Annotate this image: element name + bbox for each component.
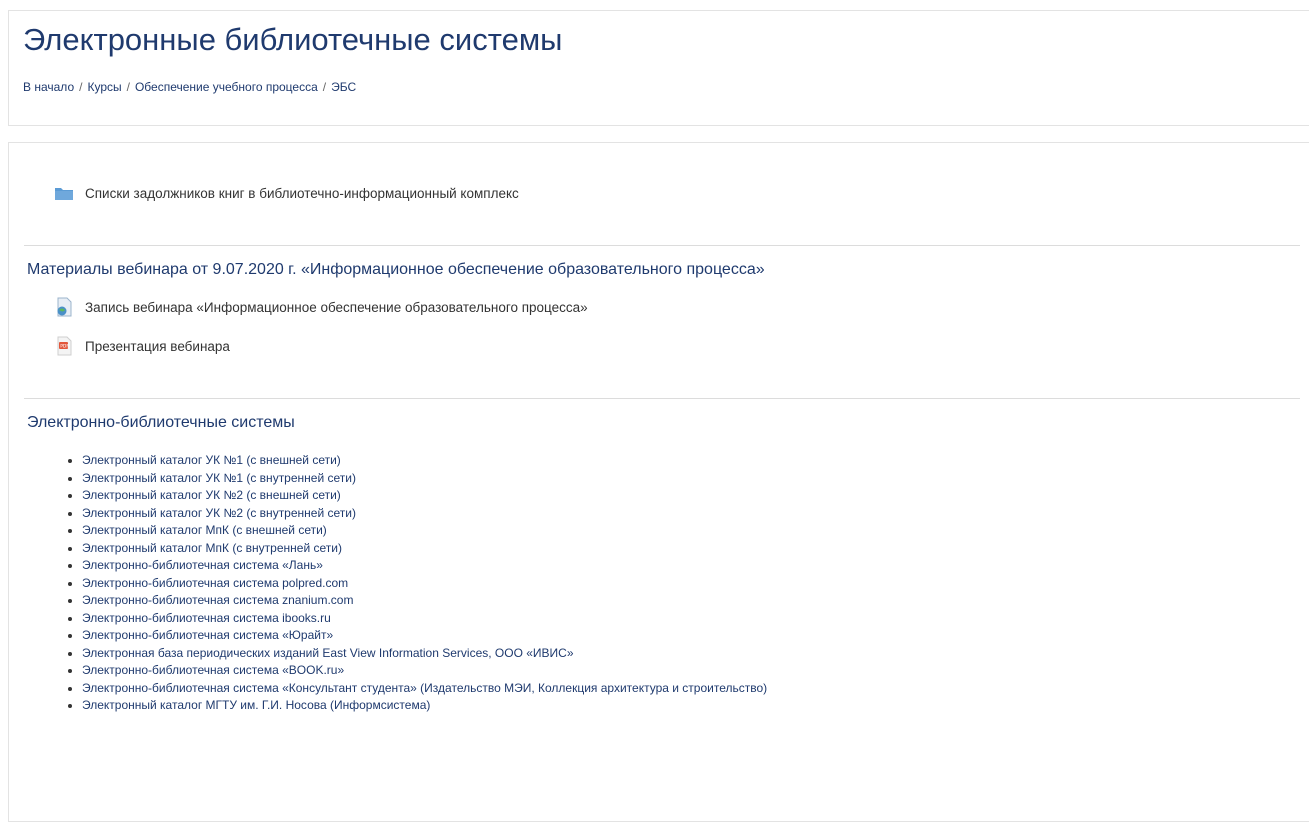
folder-icon (54, 183, 74, 203)
list-item: Электронный каталог УК №1 (с внешней сет… (82, 452, 767, 470)
list-item: Электронно-библиотечная система «BOOK.ru… (82, 662, 767, 680)
ebs-link[interactable]: Электронная база периодических изданий E… (82, 646, 574, 660)
list-item: Электронный каталог МпК (с внутренней се… (82, 540, 767, 558)
ebs-link[interactable]: Электронно-библиотечная система ibooks.r… (82, 611, 331, 625)
section-divider (24, 245, 1300, 246)
breadcrumb-separator: / (322, 80, 327, 94)
list-item: Электронно-библиотечная система ibooks.r… (82, 610, 767, 628)
ebs-link[interactable]: Электронно-библиотечная система polpred.… (82, 576, 348, 590)
ebs-link[interactable]: Электронный каталог МГТУ им. Г.И. Носова… (82, 698, 430, 712)
ebs-link[interactable]: Электронный каталог УК №1 (с внутренней … (82, 471, 356, 485)
breadcrumb-courses[interactable]: Курсы (87, 80, 121, 94)
activity-link[interactable]: Списки задолжников книг в библиотечно-ин… (85, 186, 519, 201)
activity-webinar-presentation[interactable]: PDF Презентация вебинара (54, 336, 230, 356)
breadcrumb: В начало / Курсы / Обеспечение учебного проц… (23, 80, 356, 94)
breadcrumb-category[interactable]: Обеспечение учебного процесса (135, 80, 318, 94)
url-globe-icon (54, 297, 74, 317)
breadcrumb-separator: / (79, 80, 83, 94)
list-item: Электронно-библиотечная система znanium.… (82, 592, 767, 610)
ebs-link[interactable]: Электронный каталог УК №1 (с внешней сет… (82, 453, 341, 467)
ebs-link[interactable]: Электронный каталог МпК (с внешней сети) (82, 523, 327, 537)
section-title-ebs: Электронно-библиотечные системы (27, 414, 295, 431)
list-item: Электронно-библиотечная система polpred.… (82, 575, 767, 593)
activity-link[interactable]: Презентация вебинара (85, 339, 230, 354)
ebs-link[interactable]: Электронно-библиотечная система «Консуль… (82, 681, 767, 695)
activity-webinar-recording[interactable]: Запись вебинара «Информационное обеспече… (54, 297, 588, 317)
breadcrumb-current[interactable]: ЭБС (331, 80, 356, 94)
list-item: Электронный каталог УК №2 (с внутренней … (82, 505, 767, 523)
list-item: Электронно-библиотечная система «Юрайт» (82, 627, 767, 645)
ebs-link[interactable]: Электронный каталог УК №2 (с внутренней … (82, 506, 356, 520)
ebs-link[interactable]: Электронный каталог МпК (с внутренней се… (82, 541, 342, 555)
ebs-link[interactable]: Электронно-библиотечная система «Юрайт» (82, 628, 333, 642)
list-item: Электронный каталог МпК (с внешней сети) (82, 522, 767, 540)
breadcrumb-home[interactable]: В начало (23, 80, 74, 94)
list-item: Электронный каталог УК №2 (с внешней сет… (82, 487, 767, 505)
list-item: Электронно-библиотечная система «Консуль… (82, 680, 767, 698)
list-item: Электронный каталог УК №1 (с внутренней … (82, 470, 767, 488)
activity-debtors-folder[interactable]: Списки задолжников книг в библиотечно-ин… (54, 183, 519, 203)
svg-text:PDF: PDF (60, 344, 69, 350)
section-title-webinar: Материалы вебинара от 9.07.2020 г. «Инфо… (27, 261, 765, 278)
ebs-link[interactable]: Электронный каталог УК №2 (с внешней сет… (82, 488, 341, 502)
page-title: Электронные библиотечные системы (23, 22, 563, 57)
ebs-link-list: Электронный каталог УК №1 (с внешней сет… (64, 452, 767, 715)
breadcrumb-separator: / (126, 80, 130, 94)
pdf-icon: PDF (54, 336, 74, 356)
ebs-link[interactable]: Электронно-библиотечная система znanium.… (82, 593, 353, 607)
section-divider (24, 398, 1300, 399)
ebs-link[interactable]: Электронно-библиотечная система «BOOK.ru… (82, 663, 344, 677)
ebs-link[interactable]: Электронно-библиотечная система «Лань» (82, 558, 323, 572)
list-item: Электронная база периодических изданий E… (82, 645, 767, 663)
activity-link[interactable]: Запись вебинара «Информационное обеспече… (85, 300, 588, 315)
list-item: Электронный каталог МГТУ им. Г.И. Носова… (82, 697, 767, 715)
list-item: Электронно-библиотечная система «Лань» (82, 557, 767, 575)
